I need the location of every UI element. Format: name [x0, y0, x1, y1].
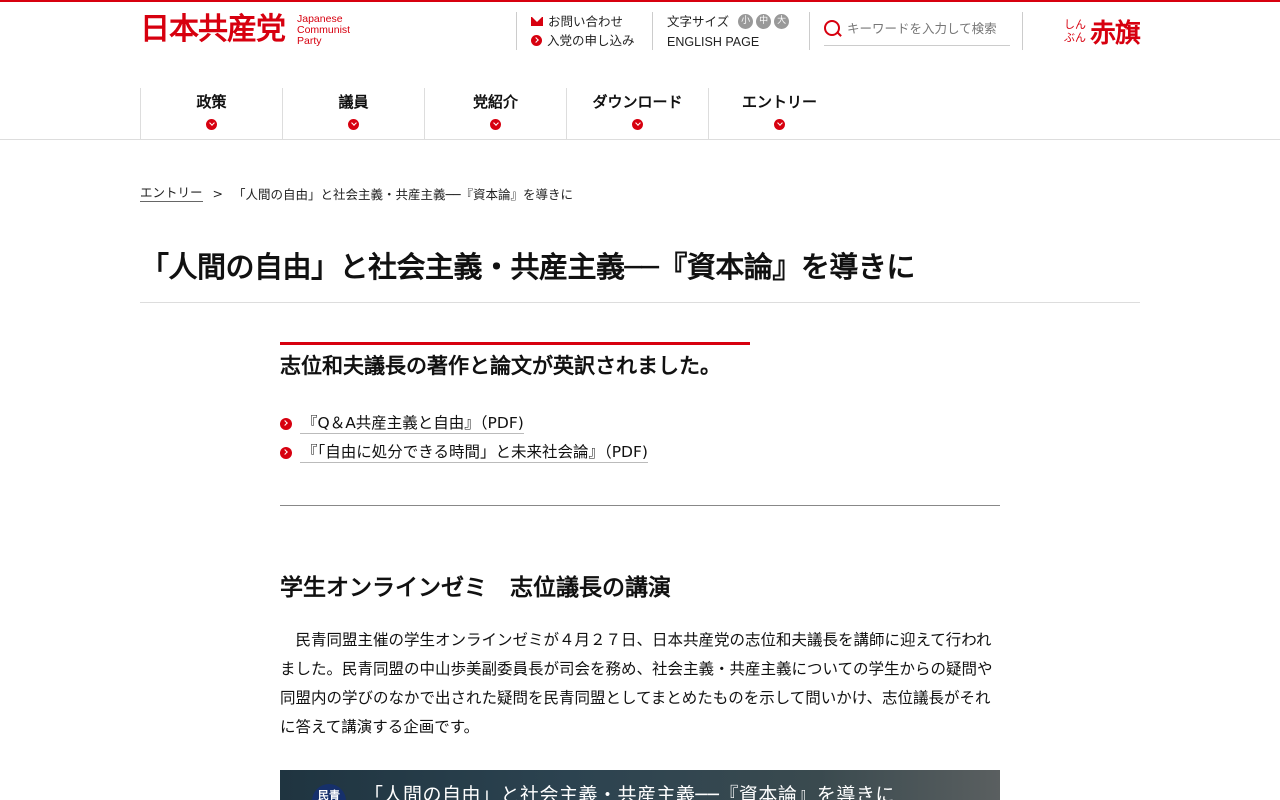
- breadcrumb-entry-link[interactable]: エントリー: [140, 185, 203, 202]
- nav-item-label: 党紹介: [472, 93, 518, 111]
- minsei-badge: 民青: [312, 784, 346, 800]
- section-accent-bar: [280, 342, 750, 345]
- breadcrumb-separator: >: [212, 186, 223, 201]
- nav-divider: [0, 139, 1280, 140]
- list-item: 『Q＆A共産主義と自由』（PDF): [280, 409, 648, 438]
- pdf-link-qa[interactable]: 『Q＆A共産主義と自由』（PDF): [300, 413, 524, 434]
- nav-item-policy[interactable]: 政策: [140, 88, 282, 139]
- header-links: お問い合わせ 入党の申し込み: [516, 12, 635, 50]
- font-size-label: 文字サイズ: [667, 14, 730, 29]
- jcp-logo[interactable]: 日本共産党 Japanese Communist Party: [140, 14, 350, 47]
- akahata-large-text: 赤旗: [1089, 18, 1141, 49]
- arrow-circle-icon: [531, 35, 542, 46]
- breadcrumb: エントリー > 「人間の自由」と社会主義・共産主義──『資本論』を導きに: [140, 184, 573, 203]
- chevron-down-icon: [632, 119, 643, 130]
- translation-heading: 志位和夫議長の著作と論文が英訳されました。: [280, 354, 721, 378]
- top-accent-line: [0, 0, 1280, 2]
- nav-item-download[interactable]: ダウンロード: [566, 88, 708, 139]
- pdf-link-list: 『Q＆A共産主義と自由』（PDF) 『「自由に処分できる時間」と未来社会論』（P…: [280, 409, 648, 467]
- chevron-down-icon: [206, 119, 217, 130]
- font-size-medium-button[interactable]: 中: [756, 14, 772, 29]
- global-nav: 政策 議員 党紹介 ダウンロード エントリー: [140, 88, 850, 139]
- seminar-body-text: 民青同盟主催の学生オンラインゼミが４月２７日、日本共産党の志位和夫議長を講師に迎…: [280, 631, 993, 736]
- video-title: 「人間の自由」と社会主義・共産主義──『資本論』を導きに: [364, 784, 895, 800]
- video-thumbnail[interactable]: 民青 「人間の自由」と社会主義・共産主義──『資本論』を導きに: [280, 770, 1000, 800]
- font-size-small-button[interactable]: 小: [738, 14, 754, 29]
- search-box: [824, 12, 1010, 46]
- join-link[interactable]: 入党の申し込み: [531, 31, 635, 50]
- mail-icon: [531, 17, 543, 26]
- pdf-link-free-time[interactable]: 『「自由に処分できる時間」と未来社会論』（PDF): [300, 442, 648, 463]
- nav-item-label: 議員: [338, 93, 369, 111]
- join-link-label: 入党の申し込み: [547, 33, 635, 48]
- chevron-down-icon: [774, 119, 785, 130]
- page-title: 「人間の自由」と社会主義・共産主義──『資本論』を導きに: [140, 250, 915, 284]
- logo-jp-text: 日本共産党: [140, 12, 286, 47]
- list-item: 『「自由に処分できる時間」と未来社会論』（PDF): [280, 438, 648, 467]
- search-icon[interactable]: [824, 19, 842, 38]
- logo-en-text: Japanese Communist Party: [297, 13, 351, 47]
- font-size-controls: 文字サイズ 小 中 大 ENGLISH PAGE: [652, 12, 790, 52]
- nav-item-label: ダウンロード: [592, 93, 683, 111]
- chevron-down-icon: [490, 119, 501, 130]
- nav-item-label: 政策: [196, 93, 227, 111]
- breadcrumb-current: 「人間の自由」と社会主義・共産主義──『資本論』を導きに: [233, 187, 574, 202]
- seminar-heading: 学生オンラインゼミ 志位議長の講演: [280, 575, 671, 601]
- section-divider: [280, 505, 1000, 506]
- title-divider: [140, 302, 1140, 303]
- arrow-circle-icon: [280, 417, 292, 430]
- nav-item-entry[interactable]: エントリー: [708, 88, 850, 139]
- contact-link-label: お問い合わせ: [548, 14, 624, 29]
- akahata-logo[interactable]: しん ぶん 赤旗: [1022, 12, 1141, 50]
- font-size-large-button[interactable]: 大: [774, 14, 790, 29]
- nav-item-about[interactable]: 党紹介: [424, 88, 566, 139]
- english-page-link[interactable]: ENGLISH PAGE: [667, 33, 789, 52]
- search-area: [809, 12, 1010, 50]
- chevron-down-icon: [348, 119, 359, 130]
- akahata-small-text: しん ぶん: [1063, 18, 1086, 44]
- nav-item-label: エントリー: [741, 93, 817, 111]
- nav-item-members[interactable]: 議員: [282, 88, 424, 139]
- search-input[interactable]: [847, 21, 1007, 36]
- contact-link[interactable]: お問い合わせ: [531, 12, 635, 31]
- arrow-circle-icon: [280, 446, 292, 459]
